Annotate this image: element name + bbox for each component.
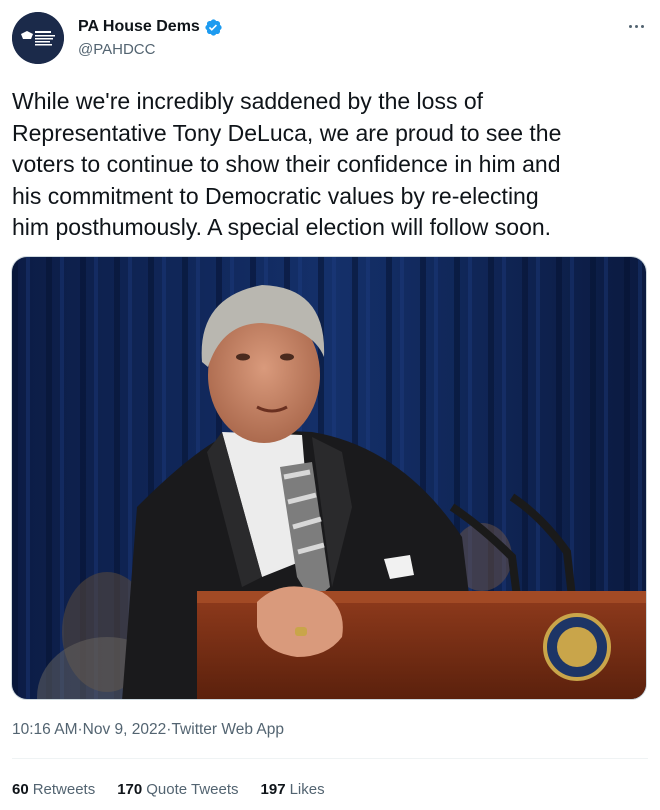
tweet-source[interactable]: Twitter Web App [171,721,284,739]
divider [12,758,648,759]
verified-badge-icon [205,18,222,36]
user-handle[interactable]: @PAHDCC [78,41,223,58]
likes-count: 197 [260,781,286,798]
quotes-count: 170 [117,781,143,798]
retweets-label: Retweets [32,781,96,798]
tweet-stats: 60 Retweets 170 Quote Tweets 197 Likes [12,781,347,798]
tweet-text: While we're incredibly saddened by the l… [12,88,562,240]
likes-stat[interactable]: 197 Likes [261,781,325,798]
committee-logo-icon [12,12,64,64]
more-horizontal-icon[interactable] [624,16,648,36]
quote-tweets-stat[interactable]: 170 Quote Tweets [117,781,238,798]
avatar[interactable] [12,12,64,64]
likes-label: Likes [289,781,325,798]
quotes-label: Quote Tweets [146,781,239,798]
photo-of-speaker-at-podium [12,257,646,699]
tweet-header: PA House Dems @PAHDCC [12,12,648,68]
retweets-stat[interactable]: 60 Retweets [12,781,95,798]
author-names: PA House Dems @PAHDCC [78,16,223,58]
retweets-count: 60 [12,781,29,798]
tweet-metadata: 10:16 AM · Nov 9, 2022 · Twitter Web App [12,721,284,739]
display-name[interactable]: PA House Dems [78,18,200,36]
tweet-time[interactable]: 10:16 AM [12,721,78,739]
tweet-photo[interactable] [11,256,647,700]
tweet-date[interactable]: Nov 9, 2022 [83,721,167,739]
